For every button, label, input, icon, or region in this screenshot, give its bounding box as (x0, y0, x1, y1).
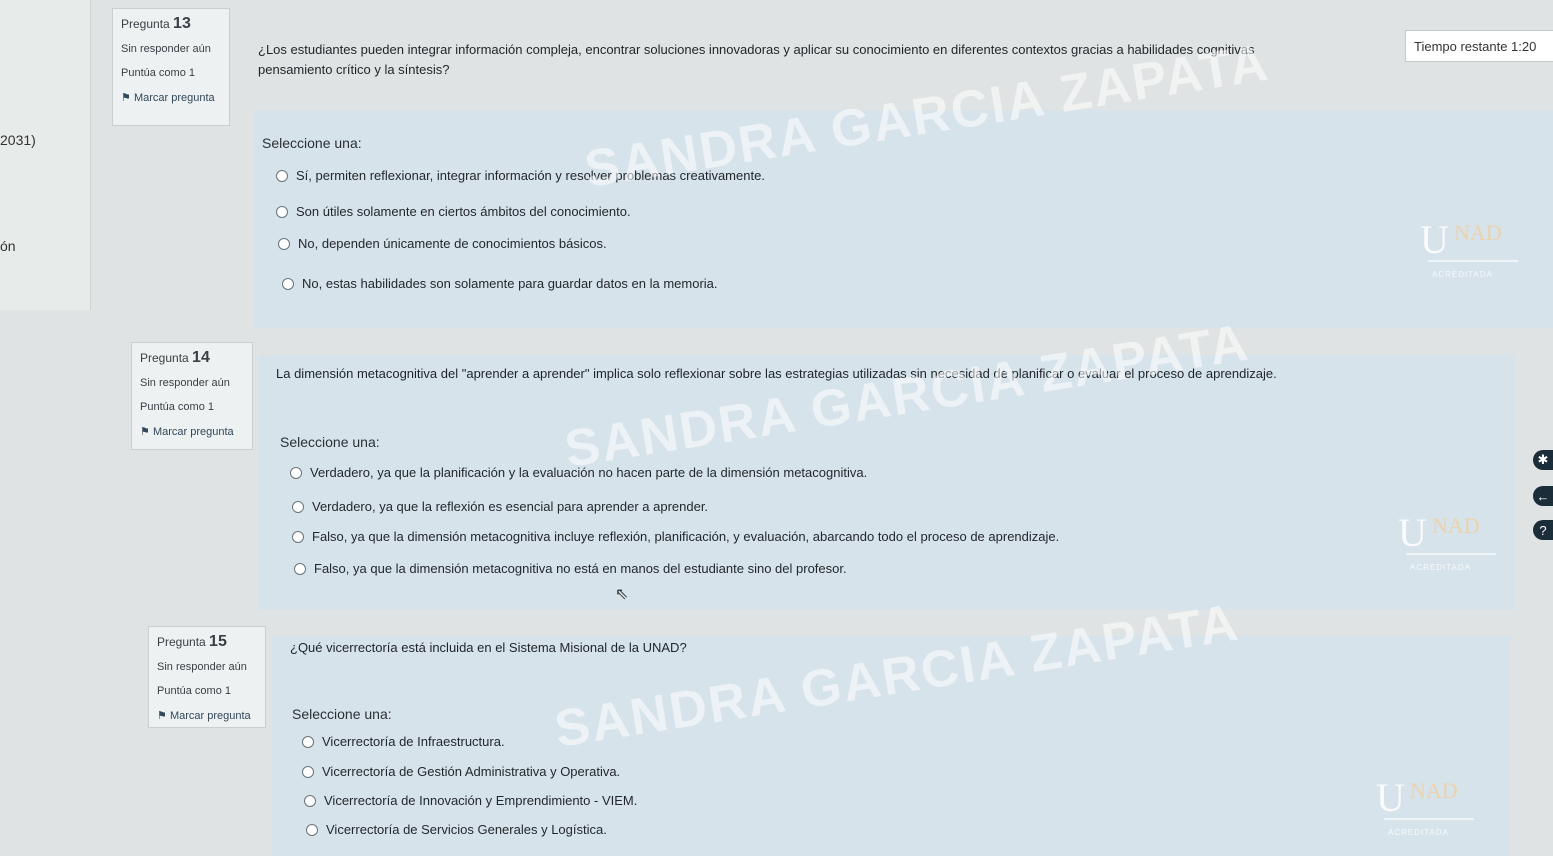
question-status: Sin responder aún (157, 661, 247, 673)
q14-option-3[interactable]: Falso, ya que la dimensión metacognitiva… (292, 529, 1059, 544)
radio-icon[interactable] (294, 562, 306, 575)
question-14-select-label: Seleccione una: (280, 434, 380, 450)
unad-logo: U NAD ACREDITADA (1366, 770, 1486, 850)
radio-icon[interactable] (304, 794, 316, 807)
q15-option-2[interactable]: Vicerrectoría de Gestión Administrativa … (302, 764, 620, 779)
radio-icon[interactable] (302, 765, 314, 778)
radio-icon[interactable] (302, 735, 314, 748)
flag-question-link[interactable]: ⚑ Marcar pregunta (121, 91, 221, 104)
q14-option-4[interactable]: Falso, ya que la dimensión metacognitiva… (294, 561, 847, 576)
radio-icon[interactable] (290, 466, 302, 479)
question-number: Pregunta 14 (140, 349, 210, 366)
left-fragment-code: 2031) (0, 132, 36, 148)
flag-icon: ⚑ (121, 92, 131, 104)
flag-question-link[interactable]: ⚑ Marcar pregunta (140, 425, 244, 438)
question-15-info: Pregunta 15 Sin responder aún Puntúa com… (148, 626, 266, 728)
q13-option-3[interactable]: No, dependen únicamente de conocimientos… (278, 236, 607, 251)
radio-icon[interactable] (292, 530, 304, 543)
flag-icon: ⚑ (157, 710, 167, 722)
radio-icon[interactable] (282, 277, 294, 290)
unad-logo: U NAD ACREDITADA (1388, 505, 1508, 585)
time-remaining: Tiempo restante 1:20 (1405, 30, 1553, 62)
help-icon[interactable]: ? (1533, 520, 1553, 540)
radio-icon[interactable] (306, 823, 318, 836)
question-13-select-label: Seleccione una: (262, 135, 362, 151)
flag-icon: ⚑ (140, 426, 150, 438)
q15-option-3[interactable]: Vicerrectoría de Innovación y Emprendimi… (304, 793, 637, 808)
question-15-text: ¿Qué vicerrectoría está incluida en el S… (290, 640, 687, 655)
accessibility-icon[interactable]: ✱ (1533, 450, 1553, 470)
radio-icon[interactable] (292, 500, 304, 513)
question-score: Puntúa como 1 (121, 67, 195, 79)
question-14-info: Pregunta 14 Sin responder aún Puntúa com… (131, 342, 253, 450)
q13-option-2[interactable]: Son útiles solamente en ciertos ámbitos … (276, 204, 631, 219)
question-number: Pregunta 13 (121, 15, 191, 32)
question-15-select-label: Seleccione una: (292, 706, 392, 722)
question-number: Pregunta 15 (157, 633, 227, 650)
radio-icon[interactable] (278, 237, 290, 250)
question-score: Puntúa como 1 (157, 685, 231, 697)
pointer-cursor-icon: ⇖ (615, 586, 629, 603)
question-status: Sin responder aún (140, 377, 230, 389)
radio-icon[interactable] (276, 205, 288, 218)
q15-option-1[interactable]: Vicerrectoría de Infraestructura. (302, 734, 505, 749)
q15-option-4[interactable]: Vicerrectoría de Servicios Generales y L… (306, 822, 607, 837)
unad-logo: U NAD ACREDITADA (1410, 212, 1530, 292)
radio-icon[interactable] (276, 169, 288, 182)
flag-question-link[interactable]: ⚑ Marcar pregunta (157, 709, 257, 722)
question-score: Puntúa como 1 (140, 401, 214, 413)
left-fragment-word: ón (0, 238, 16, 254)
q14-option-2[interactable]: Verdadero, ya que la reflexión es esenci… (292, 499, 708, 514)
back-arrow-icon[interactable]: ← (1533, 486, 1553, 506)
left-navigation-panel (0, 0, 91, 310)
question-13-info: Pregunta 13 Sin responder aún Puntúa com… (112, 8, 230, 126)
q13-option-4[interactable]: No, estas habilidades son solamente para… (282, 276, 718, 291)
question-status: Sin responder aún (121, 43, 211, 55)
